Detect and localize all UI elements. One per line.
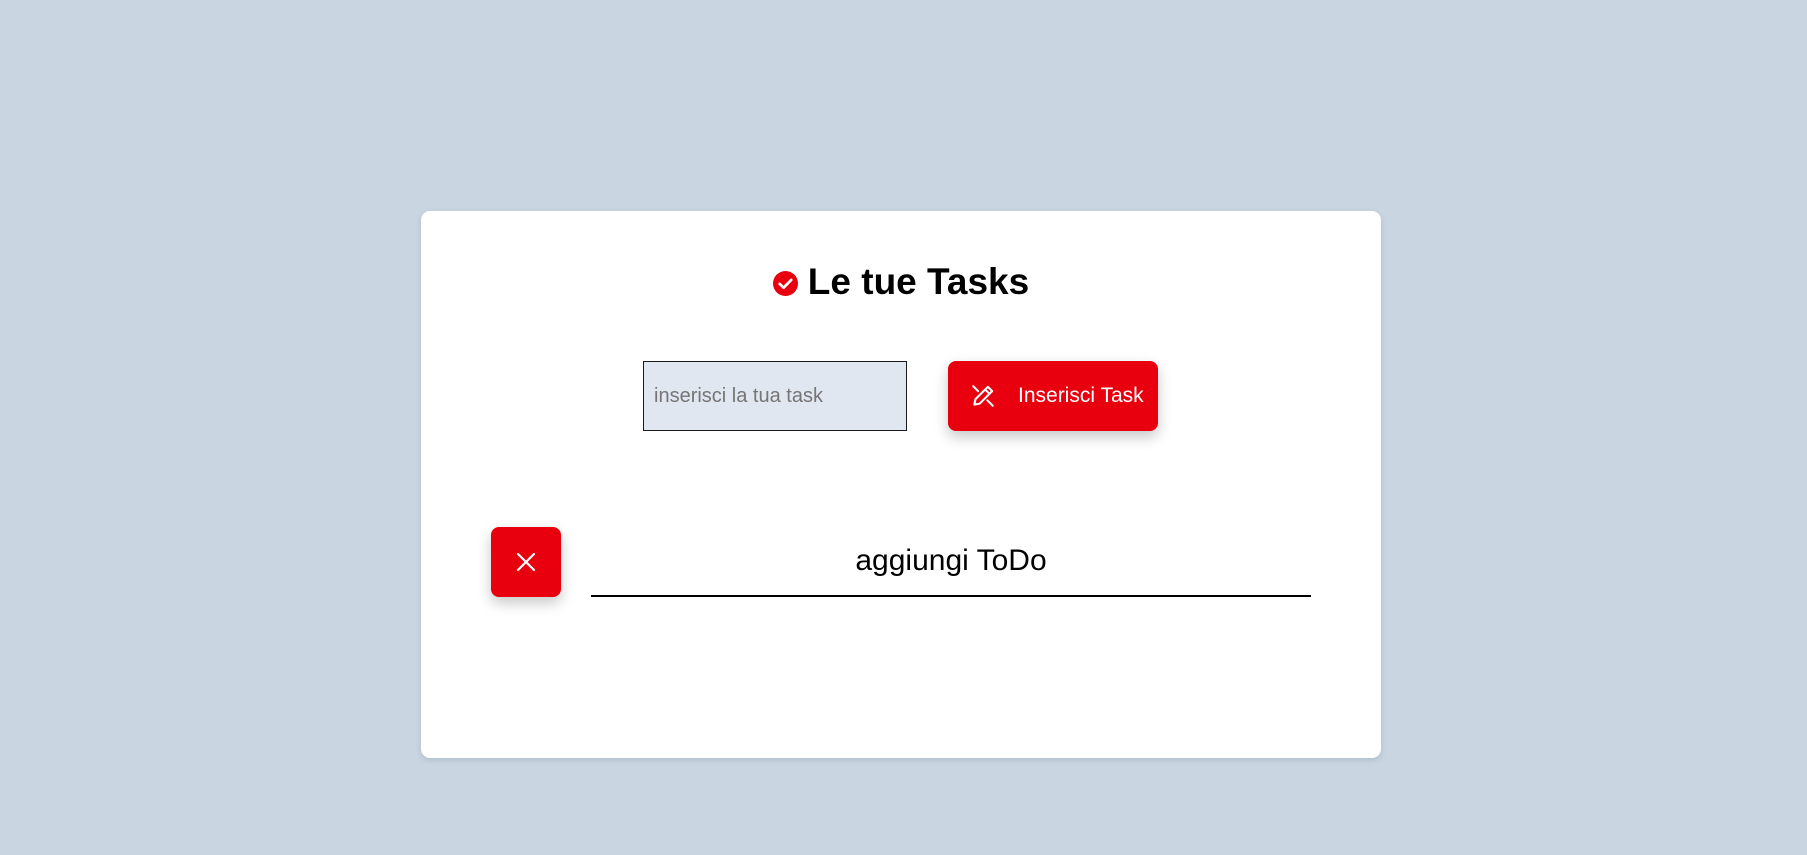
todo-text: aggiungi ToDo [855, 544, 1047, 577]
check-circle-icon [772, 270, 798, 296]
task-input[interactable] [643, 361, 907, 431]
list-item: aggiungi ToDo [491, 527, 1311, 597]
page-title: Le tue Tasks [807, 261, 1030, 302]
close-icon [516, 552, 536, 572]
pencil-icon [970, 383, 996, 409]
delete-todo-button[interactable] [491, 527, 561, 597]
todo-text-field[interactable]: aggiungi ToDo [591, 527, 1311, 597]
tasks-card: Le tue Tasks Inserisci Task aggiungi ToD… [421, 211, 1381, 758]
header: Le tue Tasks [421, 261, 1381, 303]
add-task-button-label: Inserisci Task [1018, 384, 1144, 407]
add-task-button[interactable]: Inserisci Task [948, 361, 1158, 431]
